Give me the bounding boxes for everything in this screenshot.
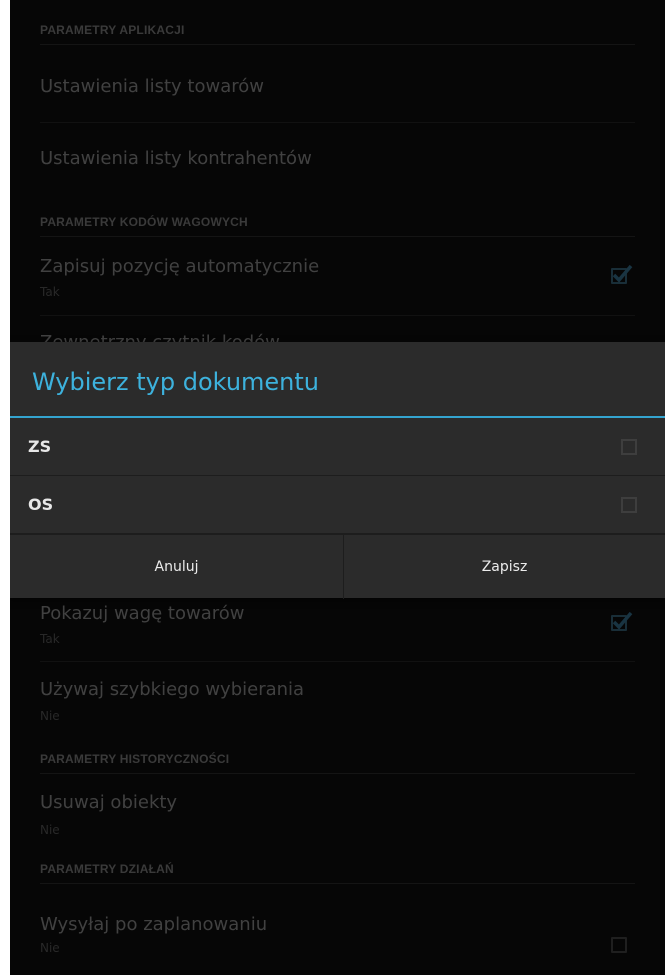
option-label: OS [28,495,54,514]
option-checkbox-os[interactable] [621,497,637,513]
option-checkbox-zs[interactable] [621,439,637,455]
option-label: ZS [28,437,52,456]
dialog-button-bar: Anuluj Zapisz [10,534,665,599]
cancel-button[interactable]: Anuluj [10,535,343,599]
settings-screen: PARAMETRY APLIKACJI Ustawienia listy tow… [10,0,665,975]
document-type-dialog: Wybierz typ dokumentu ZS OS Anuluj Zapis… [10,342,665,599]
option-row-os[interactable]: OS [10,476,665,534]
option-row-zs[interactable]: ZS [10,418,665,476]
dialog-title: Wybierz typ dokumentu [32,368,320,396]
save-button[interactable]: Zapisz [344,535,665,599]
